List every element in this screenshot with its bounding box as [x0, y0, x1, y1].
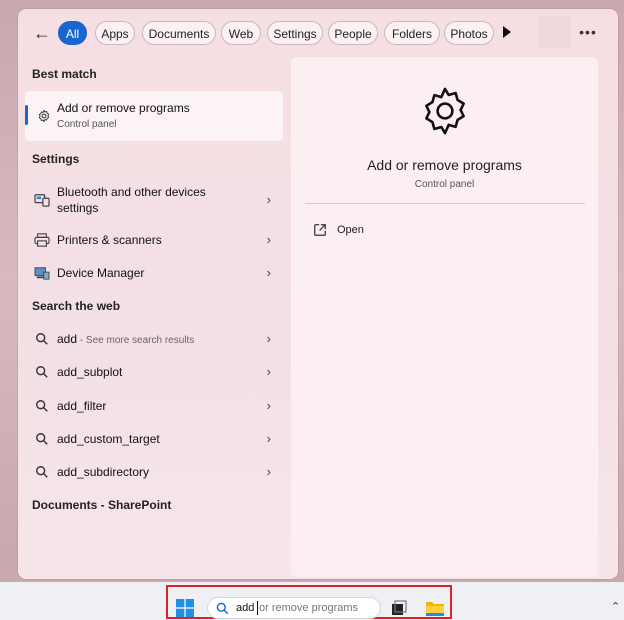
- gear-icon: [425, 87, 465, 135]
- web-result-label: add - See more search results: [57, 332, 195, 346]
- best-match-subtitle: Control panel: [57, 119, 117, 130]
- search-icon: [36, 333, 48, 345]
- tab-documents[interactable]: Documents: [142, 21, 216, 45]
- chevron-right-icon: ›: [266, 464, 271, 479]
- back-arrow-icon[interactable]: ←: [32, 23, 52, 43]
- settings-item-bluetooth[interactable]: Bluetooth and other devices settings ›: [25, 184, 283, 218]
- web-result-add-subplot[interactable]: add_subplot ›: [25, 357, 283, 387]
- preview-title: Add or remove programs: [367, 157, 522, 173]
- taskbar-search-input[interactable]: add or remove programs: [207, 597, 381, 619]
- device-manager-icon: [34, 267, 50, 280]
- web-result-hint: - See more search results: [77, 335, 195, 346]
- open-label: Open: [337, 224, 364, 236]
- tab-folders[interactable]: Folders: [384, 21, 440, 45]
- tab-settings[interactable]: Settings: [267, 21, 323, 45]
- web-result-add-custom-target[interactable]: add_custom_target ›: [25, 424, 283, 454]
- search-typed-text: add: [236, 602, 255, 614]
- settings-item-label: Device Manager: [57, 266, 145, 280]
- web-result-label: add_subdirectory: [57, 465, 150, 479]
- open-external-icon: [314, 224, 326, 236]
- tab-people[interactable]: People: [328, 21, 378, 45]
- gear-icon: [38, 109, 50, 123]
- settings-item-label: Printers & scanners: [57, 233, 162, 247]
- web-result-label: add_subplot: [57, 365, 123, 379]
- settings-heading: Settings: [32, 152, 80, 166]
- taskbar: add or remove programs ⌃: [0, 582, 624, 620]
- chevron-right-icon: ›: [266, 192, 271, 207]
- best-match-heading: Best match: [32, 67, 97, 81]
- settings-item-device-manager[interactable]: Device Manager ›: [25, 258, 283, 288]
- settings-item-label: Bluetooth and other devices settings: [57, 185, 206, 215]
- chevron-right-icon: ›: [266, 331, 271, 346]
- chevron-right-icon: ›: [266, 265, 271, 280]
- tab-all[interactable]: All: [58, 21, 87, 45]
- divider: [305, 203, 585, 204]
- chevron-right-icon: ›: [266, 431, 271, 446]
- text-caret: [257, 601, 258, 615]
- avatar[interactable]: [539, 16, 571, 48]
- chevron-right-icon: ›: [266, 232, 271, 247]
- selection-indicator: [25, 105, 28, 125]
- web-result-add-subdirectory[interactable]: add_subdirectory ›: [25, 457, 283, 487]
- search-icon: [36, 433, 48, 445]
- settings-item-printers[interactable]: Printers & scanners ›: [25, 225, 283, 255]
- search-icon: [36, 466, 48, 478]
- start-search-panel: ← All Apps Documents Web Settings People…: [18, 9, 618, 579]
- task-view-icon[interactable]: [391, 600, 407, 616]
- open-action[interactable]: Open: [313, 221, 393, 241]
- tab-web[interactable]: Web: [221, 21, 261, 45]
- tab-apps[interactable]: Apps: [95, 21, 135, 45]
- chevron-right-icon: ›: [266, 398, 271, 413]
- printer-icon: [34, 233, 50, 247]
- play-icon[interactable]: [503, 26, 511, 38]
- web-result-add[interactable]: add - See more search results ›: [25, 324, 283, 354]
- best-match-result[interactable]: Add or remove programs Control panel: [25, 91, 283, 141]
- search-web-heading: Search the web: [32, 299, 121, 313]
- filter-bar: ← All Apps Documents Web Settings People…: [18, 16, 618, 48]
- search-icon: [216, 602, 229, 615]
- bluetooth-devices-icon: [34, 194, 50, 207]
- tab-photos[interactable]: Photos: [444, 21, 494, 45]
- windows-start-icon[interactable]: [176, 599, 194, 617]
- more-options-icon[interactable]: •••: [578, 21, 598, 45]
- web-result-label: add_filter: [57, 399, 107, 413]
- search-suggestion: or remove programs: [259, 602, 359, 614]
- chevron-right-icon: ›: [266, 364, 271, 379]
- search-icon: [36, 366, 48, 378]
- preview-pane: Add or remove programs Control panel Ope…: [291, 57, 598, 577]
- preview-subtitle: Control panel: [414, 179, 475, 190]
- best-match-title: Add or remove programs: [57, 101, 190, 115]
- documents-heading: Documents - SharePoint: [32, 498, 172, 512]
- search-icon: [36, 400, 48, 412]
- web-result-add-filter[interactable]: add_filter ›: [25, 391, 283, 421]
- chevron-up-icon[interactable]: ⌃: [611, 600, 620, 613]
- web-result-label: add_custom_target: [57, 432, 160, 446]
- file-explorer-icon[interactable]: [425, 599, 445, 617]
